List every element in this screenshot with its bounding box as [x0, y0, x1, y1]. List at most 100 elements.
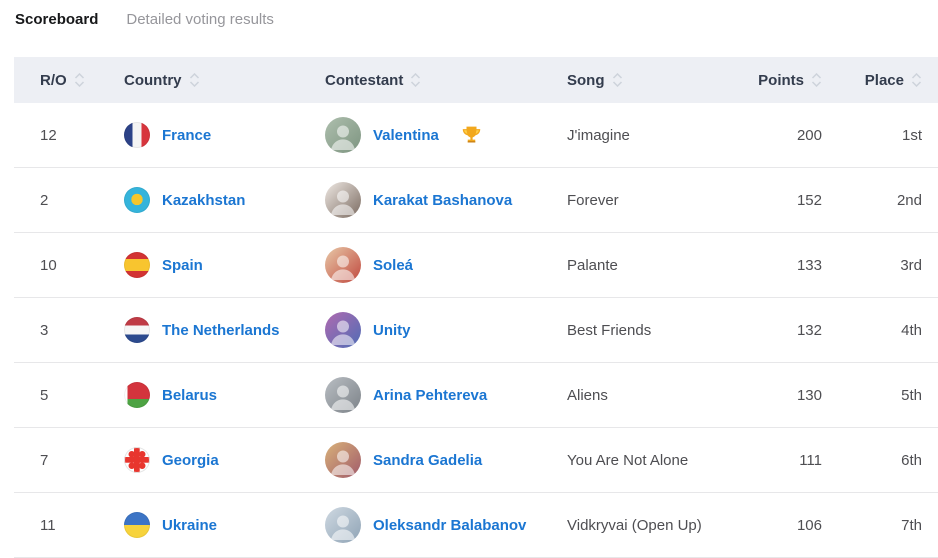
column-header-song[interactable]: Song: [567, 72, 726, 89]
contestant-link[interactable]: Karakat Bashanova: [373, 192, 512, 209]
running-order-cell: 3: [40, 322, 124, 339]
contestant-cell: Soleá: [325, 247, 567, 283]
contestant-link[interactable]: Oleksandr Balabanov: [373, 517, 526, 534]
column-header-label: R/O: [40, 72, 67, 89]
tab-detailed-voting-results[interactable]: Detailed voting results: [126, 11, 274, 28]
country-flag-icon: [124, 317, 150, 343]
points-cell: 200: [726, 127, 822, 144]
column-header-points[interactable]: Points: [726, 72, 822, 89]
table-row: 5 Belarus Arina Pehtereva Aliens 130 5th: [14, 363, 938, 428]
running-order-cell: 10: [40, 257, 124, 274]
avatar: [325, 442, 361, 478]
country-flag-icon: [124, 512, 150, 538]
column-header-label: Contestant: [325, 72, 403, 89]
column-header-contestant[interactable]: Contestant: [325, 72, 567, 89]
running-order-cell: 11: [40, 517, 124, 534]
points-cell: 130: [726, 387, 822, 404]
contestant-link[interactable]: Unity: [373, 322, 411, 339]
contestant-cell: Karakat Bashanova: [325, 182, 567, 218]
running-order-cell: 7: [40, 452, 124, 469]
points-cell: 152: [726, 192, 822, 209]
scoreboard-table: R/O Country Contestant Song Points Place…: [14, 57, 938, 558]
song-cell: Palante: [567, 257, 726, 274]
points-cell: 132: [726, 322, 822, 339]
table-row: 3 The Netherlands Unity Best Friends 132…: [14, 298, 938, 363]
song-cell: Vidkryvai (Open Up): [567, 517, 726, 534]
country-flag-icon: [124, 447, 150, 473]
place-cell: 4th: [822, 322, 922, 339]
column-header-country[interactable]: Country: [124, 72, 325, 89]
tab-bar: Scoreboard Detailed voting results: [0, 0, 938, 34]
tab-scoreboard[interactable]: Scoreboard: [15, 11, 98, 28]
place-cell: 1st: [822, 127, 922, 144]
country-flag-icon: [124, 187, 150, 213]
country-link[interactable]: France: [162, 127, 211, 144]
contestant-cell: Oleksandr Balabanov: [325, 507, 567, 543]
contestant-cell: Unity: [325, 312, 567, 348]
song-cell: Aliens: [567, 387, 726, 404]
country-cell: Belarus: [124, 382, 325, 408]
avatar: [325, 247, 361, 283]
place-cell: 6th: [822, 452, 922, 469]
place-cell: 7th: [822, 517, 922, 534]
contestant-link[interactable]: Arina Pehtereva: [373, 387, 487, 404]
place-cell: 3rd: [822, 257, 922, 274]
avatar: [325, 507, 361, 543]
column-header-label: Country: [124, 72, 182, 89]
column-header-label: Points: [758, 72, 804, 89]
column-header-place[interactable]: Place: [822, 72, 922, 89]
sort-icon: [612, 73, 623, 87]
country-cell: Kazakhstan: [124, 187, 325, 213]
table-header-row: R/O Country Contestant Song Points Place: [14, 57, 938, 103]
table-row: 2 Kazakhstan Karakat Bashanova Forever 1…: [14, 168, 938, 233]
table-row: 7 Georgia Sandra Gadelia You Are Not Alo…: [14, 428, 938, 493]
country-flag-icon: [124, 252, 150, 278]
avatar: [325, 312, 361, 348]
song-cell: Best Friends: [567, 322, 726, 339]
contestant-link[interactable]: Valentina: [373, 127, 439, 144]
country-flag-icon: [124, 382, 150, 408]
sort-icon: [189, 73, 200, 87]
running-order-cell: 12: [40, 127, 124, 144]
place-cell: 2nd: [822, 192, 922, 209]
country-flag-icon: [124, 122, 150, 148]
contestant-link[interactable]: Sandra Gadelia: [373, 452, 482, 469]
sort-icon: [811, 73, 822, 87]
contestant-link[interactable]: Soleá: [373, 257, 413, 274]
country-cell: Georgia: [124, 447, 325, 473]
song-cell: Forever: [567, 192, 726, 209]
trophy-icon: [461, 125, 482, 145]
song-cell: J'imagine: [567, 127, 726, 144]
country-link[interactable]: Kazakhstan: [162, 192, 245, 209]
country-link[interactable]: Spain: [162, 257, 203, 274]
sort-icon: [74, 73, 85, 87]
running-order-cell: 5: [40, 387, 124, 404]
table-body: 12 France Valentina J'imagine 200: [14, 103, 938, 558]
avatar: [325, 182, 361, 218]
country-cell: Spain: [124, 252, 325, 278]
country-link[interactable]: Georgia: [162, 452, 219, 469]
country-link[interactable]: Ukraine: [162, 517, 217, 534]
points-cell: 106: [726, 517, 822, 534]
column-header-ro[interactable]: R/O: [40, 72, 124, 89]
sort-icon: [410, 73, 421, 87]
running-order-cell: 2: [40, 192, 124, 209]
points-cell: 111: [726, 452, 822, 469]
country-cell: France: [124, 122, 325, 148]
country-link[interactable]: Belarus: [162, 387, 217, 404]
place-cell: 5th: [822, 387, 922, 404]
column-header-label: Song: [567, 72, 605, 89]
avatar: [325, 377, 361, 413]
contestant-cell: Sandra Gadelia: [325, 442, 567, 478]
points-cell: 133: [726, 257, 822, 274]
country-cell: The Netherlands: [124, 317, 325, 343]
table-row: 10 Spain Soleá Palante 133 3rd: [14, 233, 938, 298]
sort-icon: [911, 73, 922, 87]
country-link[interactable]: The Netherlands: [162, 322, 280, 339]
avatar: [325, 117, 361, 153]
contestant-cell: Arina Pehtereva: [325, 377, 567, 413]
column-header-label: Place: [865, 72, 904, 89]
table-row: 12 France Valentina J'imagine 200: [14, 103, 938, 168]
song-cell: You Are Not Alone: [567, 452, 726, 469]
country-cell: Ukraine: [124, 512, 325, 538]
